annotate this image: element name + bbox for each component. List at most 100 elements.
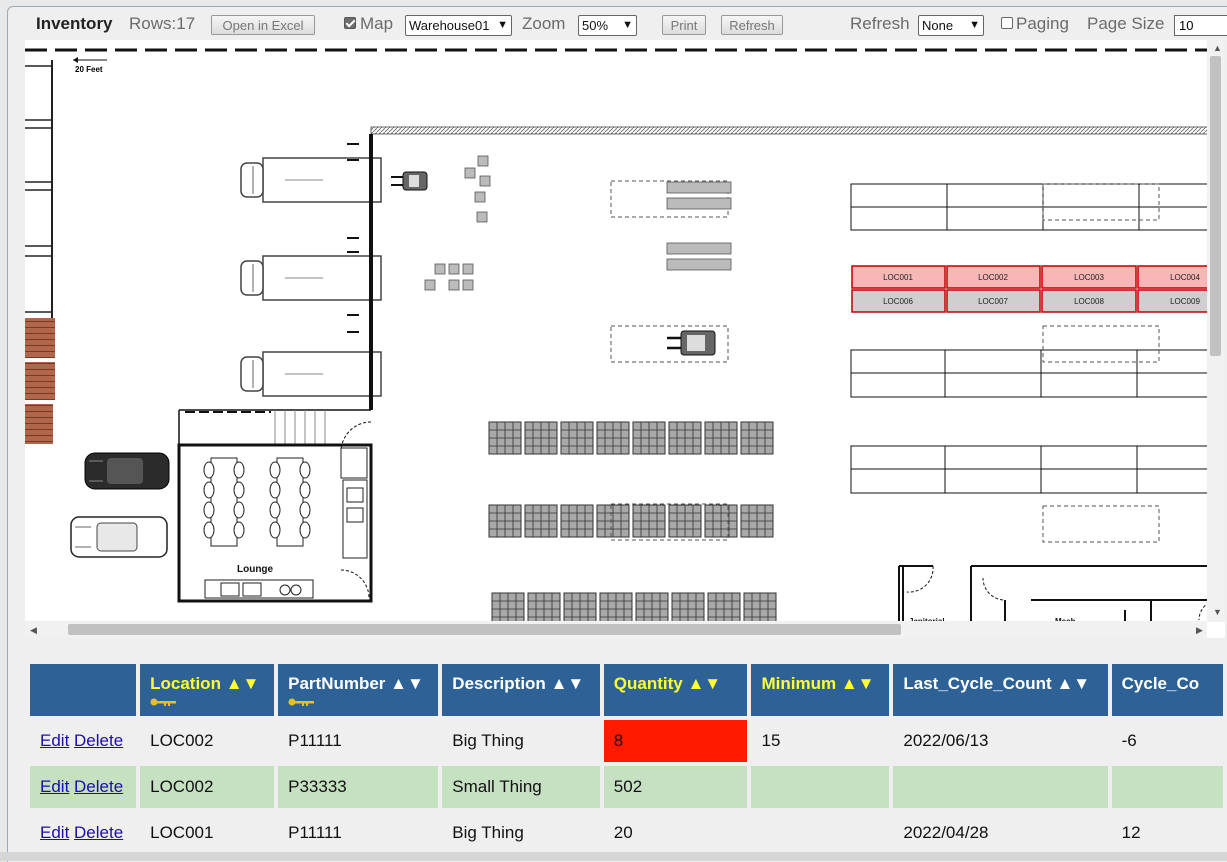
table-row: Edit Delete LOC002 P11111 Big Thing 8 15… [30, 720, 1223, 762]
lounge-label: Lounge [237, 564, 274, 575]
shelf-grid [850, 183, 1225, 494]
delete-link[interactable]: Delete [74, 777, 123, 796]
inventory-table: Location ▲▼ PartNumber ▲▼ Description ▲▼… [26, 660, 1227, 858]
warehouse-select[interactable]: Warehouse01 ▼ [405, 15, 512, 36]
scroll-right-arrow-icon[interactable]: ▶ [1196, 625, 1203, 636]
location-bin-loc002[interactable]: LOC002 [946, 265, 1041, 289]
refresh-button[interactable]: Refresh [721, 15, 783, 35]
box-row [666, 181, 732, 271]
refresh-label: Refresh [850, 14, 910, 33]
edit-link[interactable]: Edit [40, 823, 69, 842]
column-header-last-cycle-count[interactable]: Last_Cycle_Count ▲▼ [893, 664, 1108, 716]
location-bin-loc007[interactable]: LOC007 [946, 289, 1041, 313]
edit-link[interactable]: Edit [40, 731, 69, 750]
cell-location: LOC002 [150, 731, 214, 750]
lounge-room: Lounge [177, 421, 373, 603]
cell-cycle-count: -6 [1121, 731, 1137, 750]
cell-quantity: 20 [613, 823, 633, 842]
page-horizontal-scrollbar[interactable] [0, 852, 1227, 861]
sort-arrows-icon: ▲▼ [840, 674, 875, 693]
zoom-label: Zoom [522, 14, 566, 33]
cell-location: LOC001 [150, 823, 214, 842]
column-header-description[interactable]: Description ▲▼ [442, 664, 600, 716]
location-bin-loc001[interactable]: LOC001 [851, 265, 946, 289]
column-header-actions [30, 664, 137, 716]
cell-last-cycle-count: 2022/06/13 [903, 731, 989, 750]
location-bin-loc008[interactable]: LOC008 [1041, 289, 1137, 313]
chevron-down-icon: ▼ [969, 19, 980, 31]
cell-quantity-low-stock: 8 [603, 720, 748, 762]
cell-cycle-count [1111, 766, 1223, 808]
cell-last-cycle-count: 2022/04/28 [903, 823, 989, 842]
svg-text:LOC001: LOC001 [883, 273, 913, 282]
cell-last-cycle-count [893, 766, 1108, 808]
refresh-interval-select[interactable]: None ▼ [918, 15, 984, 36]
table-row: Edit Delete LOC001 P11111 Big Thing 20 2… [30, 812, 1223, 854]
scale-label: 20 Feet [75, 65, 103, 74]
row-actions: Edit Delete [30, 766, 137, 808]
delete-link[interactable]: Delete [74, 731, 123, 750]
cell-partnumber: P11111 [288, 731, 342, 750]
key-icon [150, 698, 177, 706]
page-size-input[interactable]: 10 [1174, 15, 1227, 36]
table-header-row: Location ▲▼ PartNumber ▲▼ Description ▲▼… [30, 664, 1223, 716]
warehouse-map[interactable]: 20 Feet LOC001 LOC002 LOC003 LOC004 LOC0… [25, 40, 1225, 638]
cell-partnumber: P33333 [278, 766, 439, 808]
paging-label: Paging [1016, 14, 1069, 33]
entrance-corridor [178, 409, 371, 444]
cell-description: Big Thing [452, 731, 524, 750]
scroll-down-arrow-icon[interactable]: ▼ [1213, 607, 1222, 617]
map-checkbox[interactable] [344, 17, 356, 29]
rack-row [488, 504, 774, 538]
location-bin-loc006[interactable]: LOC006 [851, 289, 946, 313]
scroll-left-arrow-icon[interactable]: ◀ [30, 625, 37, 636]
delete-link[interactable]: Delete [74, 823, 123, 842]
paging-checkbox[interactable] [1001, 17, 1013, 29]
cell-cycle-count: 12 [1121, 823, 1141, 842]
open-in-excel-button[interactable]: Open in Excel [211, 15, 315, 35]
forklift-icon [391, 171, 428, 191]
cell-location: LOC002 [140, 766, 275, 808]
sort-arrows-icon: ▲▼ [225, 674, 260, 693]
pallet-stack [25, 318, 55, 358]
sort-arrows-icon: ▲▼ [550, 674, 585, 693]
edit-link[interactable]: Edit [40, 777, 69, 796]
column-header-cycle-count[interactable]: Cycle_Co [1111, 664, 1223, 716]
column-header-minimum[interactable]: Minimum ▲▼ [751, 664, 890, 716]
cell-description: Small Thing [442, 766, 600, 808]
table-row: Edit Delete LOC002 P33333 Small Thing 50… [30, 766, 1223, 808]
print-button[interactable]: Print [662, 15, 706, 35]
dock-doors [25, 60, 53, 320]
cell-quantity: 502 [603, 766, 748, 808]
rack-row [488, 421, 774, 455]
row-actions: Edit Delete [30, 720, 136, 762]
car-icon [84, 452, 170, 490]
truck-icon [240, 157, 382, 203]
zoom-select[interactable]: 50% ▼ [578, 15, 637, 36]
svg-text:LOC009: LOC009 [1170, 297, 1200, 306]
scale-bar: 20 Feet [25, 48, 1225, 74]
scroll-up-arrow-icon[interactable]: ▲ [1213, 43, 1222, 53]
page-title: Inventory [36, 14, 113, 33]
cell-partnumber: P11111 [288, 823, 342, 842]
location-bin-loc003[interactable]: LOC003 [1041, 265, 1137, 289]
cell-minimum [751, 812, 889, 854]
chevron-down-icon: ▼ [497, 19, 508, 31]
box-cluster [424, 155, 491, 291]
row-actions: Edit Delete [30, 812, 136, 854]
svg-text:LOC002: LOC002 [978, 273, 1008, 282]
page-size-label: Page Size [1087, 14, 1165, 33]
svg-text:LOC008: LOC008 [1074, 297, 1104, 306]
sort-arrows-icon: ▲▼ [687, 674, 722, 693]
rows-count: 17 [176, 14, 196, 33]
column-header-partnumber[interactable]: PartNumber ▲▼ [278, 664, 439, 716]
forklift-icon [667, 330, 716, 356]
column-header-location[interactable]: Location ▲▼ [140, 664, 275, 716]
rows-label: Rows:17 [129, 14, 196, 33]
map-horizontal-scroll-thumb[interactable] [68, 624, 901, 635]
truck-icon [240, 255, 382, 301]
map-vertical-scroll-thumb[interactable] [1210, 56, 1221, 356]
column-header-quantity[interactable]: Quantity ▲▼ [603, 664, 748, 716]
sort-arrows-icon: ▲▼ [390, 674, 424, 693]
pallet-stack [25, 362, 55, 400]
